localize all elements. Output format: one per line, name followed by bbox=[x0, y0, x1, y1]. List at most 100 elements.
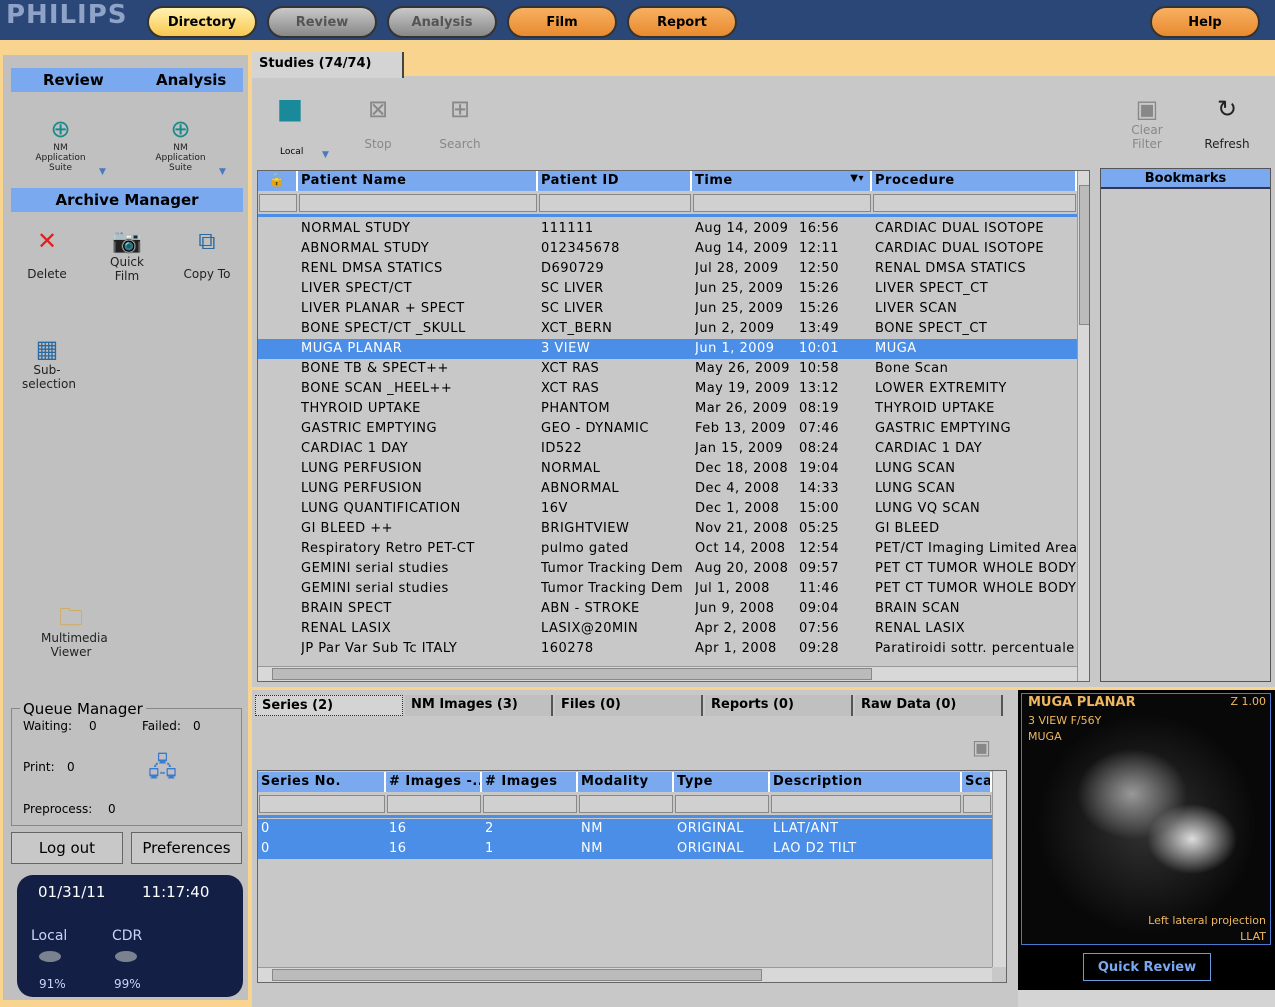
table-row[interactable]: BONE SPECT/CT _SKULL XCT_BERN Jun 2, 2009 1… bbox=[258, 319, 1077, 339]
tab-series-4[interactable]: Raw Data (0) bbox=[855, 695, 1003, 716]
table-row[interactable]: GASTRIC EMPTYING GEO - DYNAMIC Feb 13, 200… bbox=[258, 419, 1077, 439]
preferences-button[interactable]: Preferences bbox=[131, 832, 242, 864]
table-row[interactable]: LUNG PERFUSION NORMAL Dec 18, 2008 19:04 LUN… bbox=[258, 459, 1077, 479]
table-cell: Jun 25, 2009 bbox=[695, 281, 784, 296]
table-row[interactable]: RENL DMSA STATICS D690729 Jul 28, 2009 12:5… bbox=[258, 259, 1077, 279]
series-filter[interactable] bbox=[675, 795, 769, 813]
table-row[interactable]: LUNG QUANTIFICATION 16V Dec 1, 2008 15:00 LU… bbox=[258, 499, 1077, 519]
table-cell: 1 bbox=[485, 841, 494, 856]
table-row[interactable]: ABNORMAL STUDY 012345678 Aug 14, 2009 12:11… bbox=[258, 239, 1077, 259]
table-row[interactable]: BONE TB & SPECT++ XCT RAS May 26, 2009 10:5… bbox=[258, 359, 1077, 379]
subselection-button[interactable]: ▦ Sub-selection bbox=[17, 335, 77, 391]
series-filter[interactable] bbox=[579, 795, 673, 813]
column-header-time[interactable]: Time ▼▾ bbox=[692, 171, 872, 191]
series-column-header[interactable]: # Images bbox=[482, 772, 578, 792]
search-button[interactable]: ⊞ Search bbox=[437, 95, 483, 151]
series-column-header[interactable]: Series No. bbox=[258, 772, 386, 792]
column-header-patient-name[interactable]: Patient Name bbox=[298, 171, 538, 191]
vertical-scrollbar[interactable] bbox=[1077, 171, 1089, 681]
series-filter[interactable] bbox=[483, 795, 577, 813]
table-row[interactable]: GEMINI serial studies Tumor Tracking Dem J… bbox=[258, 579, 1077, 599]
table-row[interactable]: BRAIN SPECT ABN - STROKE Jun 9, 2008 09:04 B… bbox=[258, 599, 1077, 619]
lock-column-header[interactable]: 🔒 bbox=[258, 171, 298, 191]
clear-filter-button[interactable]: ▣ Clear Filter bbox=[1124, 95, 1170, 151]
table-row[interactable]: LUNG PERFUSION ABNORMAL Dec 4, 2008 14:33 LU… bbox=[258, 479, 1077, 499]
table-row[interactable]: THYROID UPTAKE PHANTOM Mar 26, 2009 08:19 TH… bbox=[258, 399, 1077, 419]
nm-app-suite-analysis[interactable]: ⊕ NM Application Suite bbox=[153, 115, 208, 173]
horizontal-scrollbar[interactable] bbox=[258, 666, 1077, 681]
nav-review[interactable]: Review bbox=[267, 6, 377, 38]
column-header-patient-id[interactable]: Patient ID bbox=[538, 171, 692, 191]
nav-directory[interactable]: Directory bbox=[147, 6, 257, 38]
table-row[interactable]: Respiratory Retro PET-CT pulmo gated Oct 1… bbox=[258, 539, 1077, 559]
clear-filter-icon[interactable]: ▣ bbox=[972, 735, 991, 759]
series-column-header[interactable]: Type bbox=[674, 772, 770, 792]
tab-series-3[interactable]: Reports (0) bbox=[705, 695, 853, 716]
filter-patient-name[interactable] bbox=[299, 194, 537, 212]
table-row[interactable]: LIVER SPECT/CT SC LIVER Jun 25, 2009 15:26 L… bbox=[258, 279, 1077, 299]
scroll-thumb[interactable] bbox=[272, 668, 872, 680]
table-row[interactable]: BONE SCAN _HEEL++ XCT RAS May 19, 2009 13:1… bbox=[258, 379, 1077, 399]
philips-logo: PHILIPS bbox=[6, 0, 128, 30]
tab-studies[interactable]: Studies (74/74) bbox=[252, 52, 404, 78]
scroll-thumb[interactable] bbox=[272, 969, 762, 981]
series-filter[interactable] bbox=[387, 795, 481, 813]
table-row[interactable]: NORMAL STUDY 111111 Aug 14, 2009 16:56 CARDI… bbox=[258, 219, 1077, 239]
quick-film-button[interactable]: 📷 Quick Film bbox=[97, 227, 157, 283]
quick-review-button[interactable]: Quick Review bbox=[1083, 953, 1211, 981]
series-filter[interactable] bbox=[259, 795, 385, 813]
filter-lock[interactable] bbox=[259, 194, 297, 212]
copy-to-button[interactable]: ⧉ Copy To bbox=[177, 227, 237, 281]
tab-series-2[interactable]: Files (0) bbox=[555, 695, 703, 716]
series-column-header[interactable]: # Images -... bbox=[386, 772, 482, 792]
logout-button[interactable]: Log out bbox=[11, 832, 123, 864]
nav-film[interactable]: Film bbox=[507, 6, 617, 38]
refresh-button[interactable]: ↻ Refresh bbox=[1200, 95, 1254, 151]
filter-procedure[interactable] bbox=[873, 194, 1076, 212]
table-row[interactable]: CARDIAC 1 DAY ID522 Jan 15, 2009 08:24 CARDI… bbox=[258, 439, 1077, 459]
table-row[interactable]: GEMINI serial studies Tumor Tracking Dem A… bbox=[258, 559, 1077, 579]
filter-time[interactable] bbox=[693, 194, 871, 212]
tab-series-1[interactable]: NM Images (3) bbox=[405, 695, 553, 716]
series-column-header[interactable]: Modality bbox=[578, 772, 674, 792]
chevron-down-icon[interactable]: ▼ bbox=[99, 167, 106, 177]
chevron-down-icon[interactable]: ▼ bbox=[322, 150, 329, 160]
preview-image[interactable]: MUGA PLANAR Z 1.00 3 VIEW F/56Y MUGA Lef… bbox=[1021, 693, 1271, 945]
table-row[interactable]: LIVER PLANAR + SPECT SC LIVER Jun 25, 2009… bbox=[258, 299, 1077, 319]
queue-network-icon[interactable]: 🖧 bbox=[148, 749, 177, 793]
table-cell: 13:49 bbox=[799, 321, 839, 336]
tab-series-0[interactable]: Series (2) bbox=[255, 695, 403, 716]
delete-button[interactable]: ✕ Delete bbox=[17, 227, 77, 281]
series-row[interactable]: 0 16 2 NM ORIGINAL LLAT/ANT bbox=[258, 819, 992, 839]
table-row[interactable]: GI BLEED ++ BRIGHTVIEW Nov 21, 2008 05:25 GI… bbox=[258, 519, 1077, 539]
table-cell: MUGA PLANAR bbox=[301, 341, 403, 356]
chevron-down-icon[interactable]: ▼ bbox=[219, 167, 226, 177]
series-filter[interactable] bbox=[771, 795, 961, 813]
series-column-header[interactable]: Description bbox=[770, 772, 962, 792]
preview-patient-id: 3 VIEW F/56Y bbox=[1028, 714, 1102, 727]
nav-help[interactable]: Help bbox=[1150, 6, 1260, 38]
column-header-procedure[interactable]: Procedure bbox=[872, 171, 1077, 191]
series-column-header[interactable]: Scan bbox=[962, 772, 992, 792]
series-filter[interactable] bbox=[963, 795, 991, 813]
stop-button[interactable]: ⊠ Stop bbox=[356, 95, 400, 151]
scroll-thumb[interactable] bbox=[1079, 185, 1089, 325]
nav-report[interactable]: Report bbox=[627, 6, 737, 38]
table-row[interactable]: RENAL LASIX LASIX@20MIN Apr 2, 2008 07:56 RE… bbox=[258, 619, 1077, 639]
stop-table-icon: ⊠ bbox=[367, 95, 389, 123]
horizontal-scrollbar[interactable] bbox=[258, 967, 992, 982]
multimedia-viewer-button[interactable]: 🗀 Multimedia Viewer bbox=[31, 603, 111, 659]
nav-analysis[interactable]: Analysis bbox=[387, 6, 497, 38]
series-row[interactable]: 0 16 1 NM ORIGINAL LAO D2 TILT bbox=[258, 839, 992, 859]
table-cell: Aug 14, 2009 bbox=[695, 221, 789, 236]
filter-patient-id[interactable] bbox=[539, 194, 691, 212]
sort-desc-icon[interactable]: ▼▾ bbox=[850, 173, 864, 184]
table-row[interactable]: MUGA PLANAR 3 VIEW Jun 1, 2009 10:01 MUGA bbox=[258, 339, 1077, 359]
table-cell: 16V bbox=[541, 501, 568, 516]
local-source-button[interactable]: ■ bbox=[270, 95, 310, 123]
vertical-scrollbar[interactable] bbox=[992, 771, 1006, 967]
nm-app-suite-review[interactable]: ⊕ NM Application Suite bbox=[33, 115, 88, 173]
table-cell: LIVER SCAN bbox=[875, 301, 958, 316]
preprocess-count: 0 bbox=[108, 802, 116, 816]
table-row[interactable]: JP Par Var Sub Tc ITALY 160278 Apr 1, 2008… bbox=[258, 639, 1077, 659]
